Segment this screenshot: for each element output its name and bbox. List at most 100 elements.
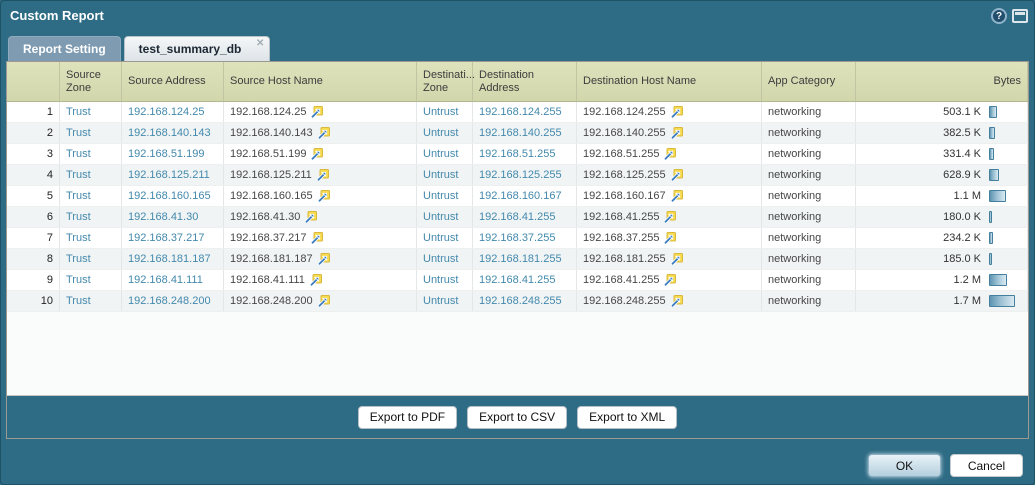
tab-report-setting[interactable]: Report Setting	[8, 36, 121, 61]
src_zone-link[interactable]: Trust	[66, 232, 91, 244]
dst_addr-link[interactable]: 192.168.125.255	[479, 169, 562, 181]
bytes-bar	[989, 211, 992, 223]
external-link-icon[interactable]	[670, 295, 683, 307]
dst_zone-link[interactable]: Untrust	[423, 232, 458, 244]
dst_addr-link[interactable]: 192.168.181.255	[479, 253, 562, 265]
external-link-icon[interactable]	[664, 148, 677, 160]
dst_addr-link[interactable]: 192.168.140.255	[479, 127, 562, 139]
cell-app_category: networking	[762, 249, 856, 269]
bytes-value: 628.9 K	[943, 169, 981, 181]
tab-test-summary-db[interactable]: test_summary_db ✕	[123, 36, 271, 61]
dst_addr-link[interactable]: 192.168.41.255	[479, 211, 555, 223]
dst_zone-link[interactable]: Untrust	[423, 274, 458, 286]
cancel-button[interactable]: Cancel	[950, 454, 1023, 477]
window-icon[interactable]	[1012, 9, 1028, 23]
dst_addr-link[interactable]: 192.168.37.255	[479, 232, 555, 244]
external-link-icon[interactable]	[316, 169, 329, 181]
column-header-num[interactable]	[7, 62, 60, 101]
external-link-icon[interactable]	[670, 106, 683, 118]
external-link-icon[interactable]	[670, 253, 683, 265]
export-csv-button[interactable]: Export to CSV	[467, 405, 568, 429]
external-link-icon[interactable]	[311, 232, 324, 244]
row-number: 1	[46, 106, 53, 118]
src_zone-link[interactable]: Trust	[66, 211, 91, 223]
dst_addr-link[interactable]: 192.168.160.167	[479, 190, 562, 202]
src_addr-link[interactable]: 192.168.160.165	[128, 190, 211, 202]
dst_host-text: 192.168.181.255	[583, 253, 666, 265]
column-header-label: App Category	[768, 75, 836, 87]
tab-close-icon[interactable]: ✕	[256, 39, 264, 49]
bytes-bar-slot	[989, 169, 1021, 181]
dst_addr-link[interactable]: 192.168.41.255	[479, 274, 555, 286]
src_addr-link[interactable]: 192.168.41.111	[128, 274, 203, 286]
external-link-icon[interactable]	[317, 253, 330, 265]
external-link-icon[interactable]	[664, 232, 677, 244]
external-link-icon[interactable]	[309, 274, 322, 286]
table-row: 4 Trust 192.168.125.211 192.168.125.211 Unt…	[7, 165, 1028, 186]
dst_zone-link[interactable]: Untrust	[423, 169, 458, 181]
src_zone-link[interactable]: Trust	[66, 106, 91, 118]
src_addr-link[interactable]: 192.168.140.143	[128, 127, 211, 139]
column-header-src_zone[interactable]: Source Zone	[60, 62, 122, 101]
dst_addr-link[interactable]: 192.168.248.255	[479, 295, 562, 307]
dst_zone-link[interactable]: Untrust	[423, 148, 458, 160]
src_addr-link[interactable]: 192.168.125.211	[128, 169, 210, 181]
src_addr-link[interactable]: 192.168.248.200	[128, 295, 211, 307]
dst_zone-link[interactable]: Untrust	[423, 211, 458, 223]
dst_zone-link[interactable]: Untrust	[423, 295, 458, 307]
src_addr-link[interactable]: 192.168.37.217	[128, 232, 204, 244]
dst_zone-link[interactable]: Untrust	[423, 127, 458, 139]
src_addr-link[interactable]: 192.168.181.187	[128, 253, 211, 265]
cell-dst_host: 192.168.37.255	[577, 228, 762, 248]
external-link-icon[interactable]	[311, 148, 324, 160]
dst_zone-link[interactable]: Untrust	[423, 190, 458, 202]
cell-bytes: 628.9 K	[856, 165, 1028, 185]
src_zone-link[interactable]: Trust	[66, 148, 91, 160]
external-link-icon[interactable]	[311, 106, 324, 118]
dst_addr-link[interactable]: 192.168.124.255	[479, 106, 562, 118]
external-link-icon[interactable]	[317, 295, 330, 307]
column-header-dst_host[interactable]: Destination Host Name	[577, 62, 762, 101]
external-link-icon[interactable]	[305, 211, 318, 223]
cell-dst_addr: 192.168.160.167	[473, 186, 577, 206]
export-pdf-button[interactable]: Export to PDF	[357, 405, 458, 429]
cell-dst_zone: Untrust	[417, 207, 473, 227]
column-header-dst_zone[interactable]: Destinati... Zone	[417, 62, 475, 101]
src_zone-link[interactable]: Trust	[66, 295, 91, 307]
external-link-icon[interactable]	[664, 274, 677, 286]
external-link-icon[interactable]	[317, 190, 330, 202]
src_addr-link[interactable]: 192.168.41.30	[128, 211, 198, 223]
cell-bytes: 1.2 M	[856, 270, 1028, 290]
external-link-icon[interactable]	[670, 190, 683, 202]
dst_zone-link[interactable]: Untrust	[423, 106, 458, 118]
tab-label: Report Setting	[23, 42, 106, 56]
export-xml-button[interactable]: Export to XML	[577, 405, 678, 429]
column-header-dst_addr[interactable]: Destination Address	[473, 62, 577, 101]
src_zone-link[interactable]: Trust	[66, 190, 91, 202]
external-link-icon[interactable]	[664, 211, 677, 223]
src_zone-link[interactable]: Trust	[66, 127, 91, 139]
external-link-icon[interactable]	[670, 127, 683, 139]
src_addr-link[interactable]: 192.168.124.25	[128, 106, 204, 118]
column-header-bytes[interactable]: Bytes	[856, 62, 1028, 101]
column-header-src_addr[interactable]: Source Address	[122, 62, 224, 101]
column-header-label: Bytes	[993, 75, 1021, 87]
external-link-icon[interactable]	[317, 127, 330, 139]
dst_addr-link[interactable]: 192.168.51.255	[479, 148, 555, 160]
cell-num: 5	[7, 186, 60, 206]
cell-src_zone: Trust	[60, 291, 122, 311]
table-row: 3 Trust 192.168.51.199 192.168.51.199 Untru…	[7, 144, 1028, 165]
bytes-value: 503.1 K	[943, 106, 981, 118]
column-header-src_host[interactable]: Source Host Name	[224, 62, 417, 101]
column-header-app_category[interactable]: App Category	[762, 62, 856, 101]
src_zone-link[interactable]: Trust	[66, 169, 91, 181]
src_zone-link[interactable]: Trust	[66, 274, 91, 286]
dst_zone-link[interactable]: Untrust	[423, 253, 458, 265]
ok-button[interactable]: OK	[868, 454, 941, 477]
cell-src_zone: Trust	[60, 123, 122, 143]
src_zone-link[interactable]: Trust	[66, 253, 91, 265]
help-icon[interactable]: ?	[991, 8, 1007, 24]
bytes-bar-slot	[989, 253, 1021, 265]
src_addr-link[interactable]: 192.168.51.199	[128, 148, 204, 160]
external-link-icon[interactable]	[670, 169, 683, 181]
